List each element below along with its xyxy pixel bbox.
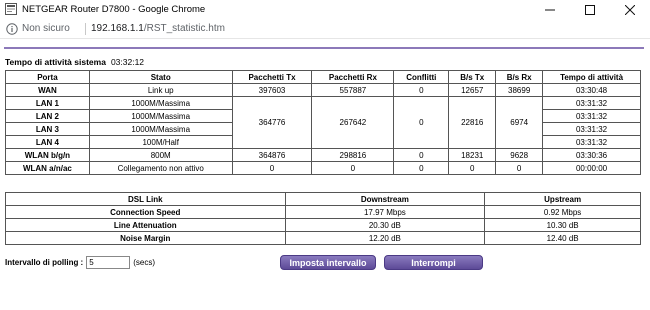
maximize-icon — [585, 4, 595, 15]
tx-packets: 0 — [231, 161, 313, 175]
col-header: B/s Tx — [448, 70, 497, 84]
header-divider — [4, 47, 644, 49]
polling-interval-row: Intervallo di polling : (secs) — [5, 256, 155, 269]
port-name: LAN 3 — [5, 122, 90, 136]
security-status[interactable]: Non sicuro — [22, 23, 70, 34]
minimize-button[interactable] — [530, 0, 570, 19]
polling-unit: (secs) — [133, 258, 156, 267]
port-status: 1000M/Massima — [88, 109, 233, 123]
table-row-wlan-bgn: WLAN b/g/n 800M 364876 298816 0 18231 96… — [5, 148, 641, 162]
downstream-value: 20.30 dB — [284, 218, 486, 232]
col-header: Stato — [88, 70, 233, 84]
bytes-tx: 0 — [448, 161, 497, 175]
polling-interval-input[interactable] — [86, 256, 131, 269]
bytes-rx: 9628 — [495, 148, 544, 162]
bytes-tx: 12657 — [448, 83, 497, 97]
stop-button[interactable]: Interrompi — [384, 255, 483, 270]
table-header-row: Porta Stato Pacchetti Tx Pacchetti Rx Co… — [5, 70, 641, 84]
url-path: /RST_statistic.htm — [143, 23, 225, 34]
lan-tx-packets: 364776 — [231, 96, 313, 149]
port-status: Link up — [88, 83, 233, 97]
bytes-rx: 0 — [495, 161, 544, 175]
port-status: 800M — [88, 148, 233, 162]
polling-label: Intervallo di polling : — [5, 258, 84, 267]
page-content: Tempo di attività sistema 03:32:12 Porta … — [0, 40, 650, 310]
dsl-link-table: DSL Link Downstream Upstream Connection … — [5, 192, 641, 245]
port-uptime: 03:31:32 — [542, 96, 641, 110]
url-text[interactable]: 192.168.1.1/RST_statistic.htm — [91, 23, 225, 34]
port-name: WLAN b/g/n — [5, 148, 90, 162]
port-name: LAN 1 — [5, 96, 90, 110]
rx-packets: 557887 — [311, 83, 395, 97]
port-status: 1000M/Massima — [88, 96, 233, 110]
downstream-value: 17.97 Mbps — [284, 205, 486, 219]
dsl-row-connection-speed: Connection Speed 17.97 Mbps 0.92 Mbps — [5, 205, 641, 219]
browser-app-icon — [5, 3, 17, 15]
dsl-row-noise-margin: Noise Margin 12.20 dB 12.40 dB — [5, 231, 641, 245]
window-title: NETGEAR Router D7800 - Google Chrome — [22, 4, 206, 15]
address-separator — [85, 23, 86, 35]
port-statistics-table: Porta Stato Pacchetti Tx Pacchetti Rx Co… — [5, 70, 641, 175]
port-name: LAN 2 — [5, 109, 90, 123]
collisions: 0 — [393, 161, 450, 175]
uptime-label: Tempo di attività sistema — [5, 57, 106, 67]
collisions: 0 — [393, 148, 450, 162]
port-name: LAN 4 — [5, 135, 90, 149]
minimize-icon — [545, 9, 555, 10]
port-name: WAN — [5, 83, 90, 97]
tx-packets: 364876 — [231, 148, 313, 162]
upstream-value: 0.92 Mbps — [484, 205, 641, 219]
info-icon[interactable] — [6, 23, 18, 35]
col-header: Pacchetti Rx — [311, 70, 395, 84]
dsl-header-row: DSL Link Downstream Upstream — [5, 192, 641, 206]
col-header: Pacchetti Tx — [231, 70, 313, 84]
lan-bytes-tx: 22816 — [448, 96, 497, 149]
dsl-metric-label: Connection Speed — [5, 205, 286, 219]
port-status: 1000M/Massima — [88, 122, 233, 136]
close-icon — [625, 4, 635, 15]
dsl-row-line-attenuation: Line Attenuation 20.30 dB 10.30 dB — [5, 218, 641, 232]
port-uptime: 03:31:32 — [542, 109, 641, 123]
system-uptime: Tempo di attività sistema 03:32:12 — [5, 57, 144, 67]
table-row-wan: WAN Link up 397603 557887 0 12657 38699 … — [5, 83, 641, 97]
rx-packets: 0 — [311, 161, 395, 175]
port-uptime: 03:31:32 — [542, 135, 641, 149]
lan-rx-packets: 267642 — [311, 96, 395, 149]
bytes-tx: 18231 — [448, 148, 497, 162]
title-bar: NETGEAR Router D7800 - Google Chrome — [0, 0, 650, 19]
uptime-value: 03:32:12 — [110, 57, 145, 67]
close-button[interactable] — [610, 0, 650, 19]
dsl-metric-label: Noise Margin — [5, 231, 286, 245]
table-row-wlan-anac: WLAN a/n/ac Collegamento non attivo 0 0 … — [5, 161, 641, 175]
lan-collisions: 0 — [393, 96, 450, 149]
col-header: Downstream — [284, 192, 486, 206]
upstream-value: 10.30 dB — [484, 218, 641, 232]
table-row-lan1: LAN 1 1000M/Massima 364776 267642 0 2281… — [5, 96, 641, 149]
port-name: WLAN a/n/ac — [5, 161, 90, 175]
col-header: Conflitti — [393, 70, 450, 84]
col-header: B/s Rx — [495, 70, 544, 84]
port-uptime: 00:00:00 — [542, 161, 641, 175]
port-uptime: 03:30:48 — [542, 83, 641, 97]
port-status: Collegamento non attivo — [88, 161, 233, 175]
dsl-metric-label: Line Attenuation — [5, 218, 286, 232]
port-uptime: 03:30:36 — [542, 148, 641, 162]
downstream-value: 12.20 dB — [284, 231, 486, 245]
url-host: 192.168.1.1 — [91, 23, 144, 34]
lan-bytes-rx: 6974 — [495, 96, 544, 149]
maximize-button[interactable] — [570, 0, 610, 19]
upstream-value: 12.40 dB — [484, 231, 641, 245]
col-header: Tempo di attività — [542, 70, 641, 84]
bytes-rx: 38699 — [495, 83, 544, 97]
tx-packets: 397603 — [231, 83, 313, 97]
collisions: 0 — [393, 83, 450, 97]
col-header: DSL Link — [5, 192, 286, 206]
col-header: Porta — [5, 70, 90, 84]
col-header: Upstream — [484, 192, 641, 206]
address-bar[interactable]: Non sicuro 192.168.1.1/RST_statistic.htm — [0, 19, 650, 39]
rx-packets: 298816 — [311, 148, 395, 162]
set-interval-button[interactable]: Imposta intervallo — [280, 255, 376, 270]
port-uptime: 03:31:32 — [542, 122, 641, 136]
port-status: 100M/Half — [88, 135, 233, 149]
